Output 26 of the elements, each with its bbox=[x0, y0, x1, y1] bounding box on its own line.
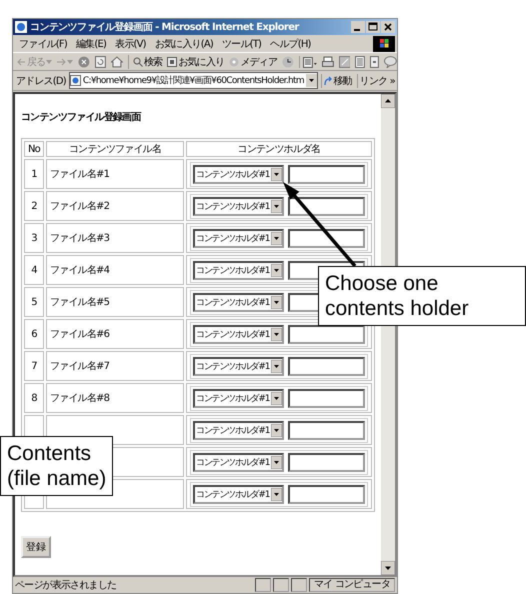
address-label: アドレス(D) bbox=[16, 74, 66, 88]
table-cell: ファイル名#5 bbox=[46, 287, 184, 317]
table-cell: 3 bbox=[24, 223, 44, 253]
page-heading: コンテンツファイル登録画面 bbox=[21, 110, 142, 124]
column-header: コンテンツファイル名 bbox=[46, 141, 184, 157]
table-cell: ファイル名#2 bbox=[46, 191, 184, 221]
table-cell: 5 bbox=[24, 287, 44, 317]
table-cell: 8 bbox=[24, 383, 44, 413]
zone-label: マイ コンピュータ bbox=[309, 578, 395, 592]
table-cell: ファイル名#4 bbox=[46, 255, 184, 285]
status-text: ページが表示されました bbox=[15, 578, 118, 592]
callout-tooltip: Choose one contents holder bbox=[318, 266, 526, 326]
column-header: コンテンツホルダ名 bbox=[186, 141, 372, 157]
table-cell: ファイル名#1 bbox=[46, 159, 184, 189]
column-header: No bbox=[24, 141, 44, 157]
table-cell: 4 bbox=[24, 255, 44, 285]
callout-tooltip: Contents (file name) bbox=[0, 436, 114, 496]
table-cell: 7 bbox=[24, 351, 44, 381]
table-cell: 1 bbox=[24, 159, 44, 189]
window-title: コンテンツファイル登録画面 - Microsoft Internet Explorer bbox=[30, 20, 299, 34]
table-cell: ファイル名#7 bbox=[46, 351, 184, 381]
table-cell: ファイル名#3 bbox=[46, 223, 184, 253]
table-cell: ファイル名#6 bbox=[46, 319, 184, 349]
table-cell: ファイル名#8 bbox=[46, 383, 184, 413]
table-cell: 6 bbox=[24, 319, 44, 349]
table-cell: 2 bbox=[24, 191, 44, 221]
